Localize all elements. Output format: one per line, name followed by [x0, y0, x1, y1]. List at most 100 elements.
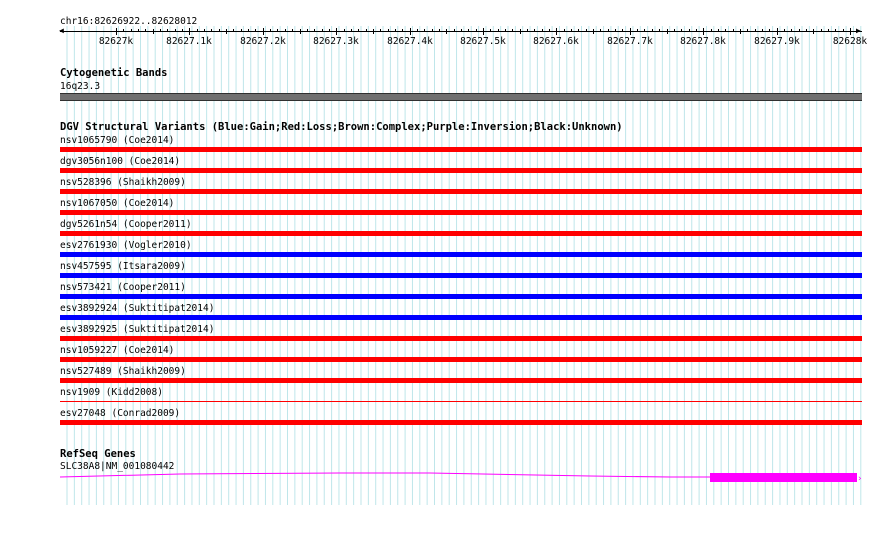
- ruler-minor-tick: [586, 29, 587, 32]
- dgv-variant-bar[interactable]: [60, 294, 862, 299]
- ruler-minor-tick: [542, 29, 543, 32]
- ruler-minor-tick: [527, 29, 528, 32]
- ruler-minor-tick: [344, 29, 345, 32]
- ruler-minor-tick: [402, 29, 403, 32]
- cytoband-bar[interactable]: [60, 93, 862, 101]
- dgv-variant-bar[interactable]: [60, 168, 862, 173]
- ruler-minor-tick: [813, 29, 814, 34]
- ruler-minor-tick: [667, 29, 668, 34]
- dgv-variant-bar[interactable]: [60, 273, 862, 278]
- dgv-variant-bar[interactable]: [60, 357, 862, 362]
- dgv-variant-bar[interactable]: [60, 315, 862, 320]
- dgv-track-title[interactable]: DGV Structural Variants (Blue:Gain;Red:L…: [60, 122, 623, 133]
- dgv-variant-label: esv3892924 (Suktitipat2014): [60, 303, 215, 314]
- ruler-minor-tick: [718, 29, 719, 32]
- ruler-minor-tick: [123, 29, 124, 32]
- refseq-track-title[interactable]: RefSeq Genes: [60, 449, 136, 460]
- ruler-minor-tick: [755, 29, 756, 32]
- ruler-minor-tick: [366, 29, 367, 32]
- ruler-minor-tick: [175, 29, 176, 32]
- dgv-variant-label: nsv1067050 (Coe2014): [60, 198, 175, 209]
- ruler-minor-tick: [153, 29, 154, 34]
- dgv-variant-label: esv2761930 (Vogler2010): [60, 240, 192, 251]
- dgv-variant-bar[interactable]: [60, 401, 862, 402]
- ruler-minor-tick: [358, 29, 359, 32]
- dgv-variant-label: nsv1909 (Kidd2008): [60, 387, 163, 398]
- ruler-minor-tick: [696, 29, 697, 32]
- gene-strand-arrow-icon: ›: [857, 474, 862, 484]
- cytoband-label: 16q23.3: [60, 81, 101, 92]
- ruler-minor-tick: [769, 29, 770, 32]
- ruler-minor-tick: [233, 29, 234, 32]
- ruler-minor-tick: [622, 29, 623, 32]
- dgv-variant-label: dgv3056n100 (Coe2014): [60, 156, 181, 167]
- ruler-minor-tick: [395, 29, 396, 32]
- ruler-tick-label: 82627.6k: [533, 36, 579, 47]
- dgv-variant-label: nsv527489 (Shaikh2009): [60, 366, 186, 377]
- ruler-minor-tick: [578, 29, 579, 32]
- ruler-minor-tick: [277, 29, 278, 32]
- ruler-tick-label: 82627.2k: [240, 36, 286, 47]
- ruler-minor-tick: [608, 29, 609, 32]
- ruler-tick-mark: [777, 28, 778, 35]
- ruler-minor-tick: [226, 29, 227, 34]
- gene-exon-block: [710, 473, 857, 482]
- ruler-minor-tick: [432, 29, 433, 32]
- ruler-minor-tick: [167, 29, 168, 32]
- ruler-minor-tick: [461, 29, 462, 32]
- ruler-minor-tick: [762, 29, 763, 32]
- ruler-tick-mark: [483, 28, 484, 35]
- ruler-tick-label: 82627.9k: [754, 36, 800, 47]
- dgv-variant-bar[interactable]: [60, 378, 862, 383]
- dgv-variant-bar[interactable]: [60, 336, 862, 341]
- ruler-tick-label: 82627.7k: [607, 36, 653, 47]
- ruler-minor-tick: [564, 29, 565, 32]
- ruler-minor-tick: [725, 29, 726, 32]
- dgv-variant-bar[interactable]: [60, 147, 862, 152]
- ruler-minor-tick: [182, 29, 183, 32]
- ruler-minor-tick: [711, 29, 712, 32]
- dgv-variant-bar[interactable]: [60, 210, 862, 215]
- ruler-minor-tick: [160, 29, 161, 32]
- ruler-minor-tick: [314, 29, 315, 32]
- dgv-variant-bar[interactable]: [60, 252, 862, 257]
- ruler-tick-mark: [556, 28, 557, 35]
- ruler-minor-tick: [843, 29, 844, 32]
- ruler-tick-label: 82627.4k: [387, 36, 433, 47]
- ruler-minor-tick: [821, 29, 822, 32]
- ruler-tick-label: 82628k: [832, 36, 868, 47]
- ruler-tick-label: 82627.1k: [166, 36, 212, 47]
- ruler-minor-tick: [835, 29, 836, 32]
- cytoband-track-title[interactable]: Cytogenetic Bands: [60, 68, 167, 79]
- ruler-minor-tick: [828, 29, 829, 32]
- dgv-variant-label: nsv1065790 (Coe2014): [60, 135, 175, 146]
- refseq-gene-model[interactable]: ›: [0, 465, 890, 490]
- ruler-minor-tick: [498, 29, 499, 32]
- dgv-variant-bar[interactable]: [60, 420, 862, 425]
- ruler-minor-tick: [307, 29, 308, 32]
- dgv-variant-bar[interactable]: [60, 231, 862, 236]
- ruler-minor-tick: [248, 29, 249, 32]
- ruler-tick-label: 82627.8k: [680, 36, 726, 47]
- ruler-minor-tick: [505, 29, 506, 32]
- ruler-minor-tick: [241, 29, 242, 32]
- ruler-minor-tick: [204, 29, 205, 32]
- ruler-minor-tick: [740, 29, 741, 34]
- genome-browser-view: chr16:82626922..82628012 ◀ ▶ 82627k82627…: [0, 0, 890, 533]
- ruler-minor-tick: [329, 29, 330, 32]
- ruler-tick-mark: [336, 28, 337, 35]
- dgv-variant-label: nsv528396 (Shaikh2009): [60, 177, 186, 188]
- ruler-minor-tick: [292, 29, 293, 32]
- ruler-right-arrow-icon: ▶: [856, 26, 861, 35]
- ruler-minor-tick: [520, 29, 521, 34]
- ruler-minor-tick: [351, 29, 352, 32]
- gene-intron-line: [59, 472, 710, 478]
- dgv-variant-label: nsv457595 (Itsara2009): [60, 261, 186, 272]
- dgv-variant-label: nsv573421 (Cooper2011): [60, 282, 186, 293]
- ruler-tick-mark: [630, 28, 631, 35]
- ruler-minor-tick: [490, 29, 491, 32]
- ruler-minor-tick: [747, 29, 748, 32]
- ruler-minor-tick: [659, 29, 660, 32]
- dgv-variant-bar[interactable]: [60, 189, 862, 194]
- ruler-tick-mark: [189, 28, 190, 35]
